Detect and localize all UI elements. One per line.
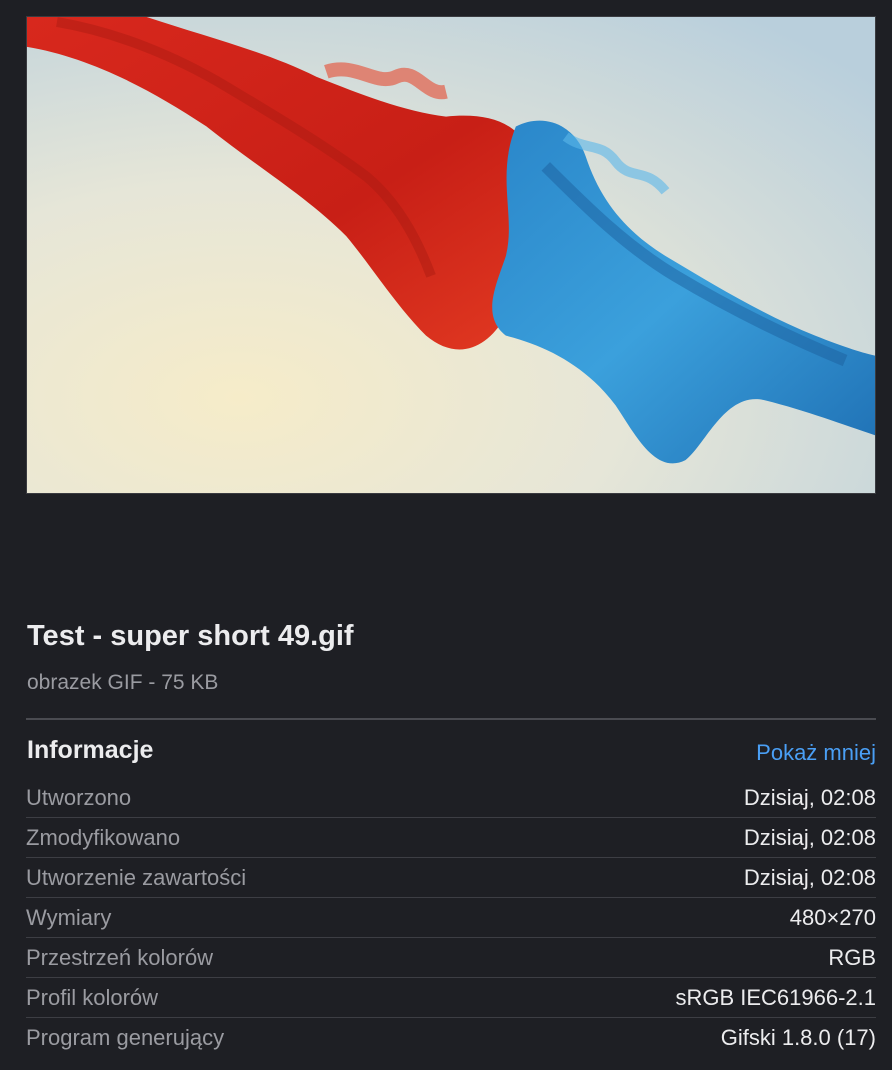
info-row-color-profile: Profil kolorów sRGB IEC61966-2.1 xyxy=(26,978,876,1018)
info-row-encoding-software: Program generujący Gifski 1.8.0 (17) xyxy=(26,1018,876,1058)
info-row-value: Dzisiaj, 02:08 xyxy=(743,784,876,810)
info-row-label: Program generujący xyxy=(26,1025,225,1050)
info-section-title: Informacje xyxy=(27,736,154,764)
divider xyxy=(26,718,876,720)
info-row-created: Utworzono Dzisiaj, 02:08 xyxy=(26,778,876,818)
info-row-content-created: Utworzenie zawartości Dzisiaj, 02:08 xyxy=(26,858,876,898)
info-row-value: Dzisiaj, 02:08 xyxy=(743,864,876,890)
info-row-label: Utworzono xyxy=(26,784,132,810)
file-name: Test - super short 49.gif xyxy=(27,620,354,652)
info-row-label: Profil kolorów xyxy=(26,984,159,1010)
info-row-color-space: Przestrzeń kolorów RGB xyxy=(26,938,876,978)
info-row-label: Wymiary xyxy=(26,904,112,930)
info-row-label: Przestrzeń kolorów xyxy=(26,944,214,970)
info-row-value: RGB xyxy=(828,944,876,970)
show-less-link[interactable]: Pokaż mniej xyxy=(756,740,876,766)
file-info-panel: Test - super short 49.gif obrazek GIF - … xyxy=(0,0,892,1070)
info-row-label: Zmodyfikowano xyxy=(26,824,181,850)
info-row-value: sRGB IEC61966-2.1 xyxy=(675,984,876,1010)
info-row-value: Gifski 1.8.0 (17) xyxy=(720,1025,876,1050)
file-kind-size: obrazek GIF - 75 KB xyxy=(27,671,219,694)
info-row-dimensions: Wymiary 480×270 xyxy=(26,898,876,938)
preview-image xyxy=(27,17,875,493)
info-row-modified: Zmodyfikowano Dzisiaj, 02:08 xyxy=(26,818,876,858)
info-row-label: Utworzenie zawartości xyxy=(26,864,247,890)
info-row-value: 480×270 xyxy=(789,904,876,930)
info-rows: Utworzono Dzisiaj, 02:08 Zmodyfikowano D… xyxy=(26,778,876,1058)
image-preview[interactable] xyxy=(26,16,876,494)
info-row-value: Dzisiaj, 02:08 xyxy=(743,824,876,850)
